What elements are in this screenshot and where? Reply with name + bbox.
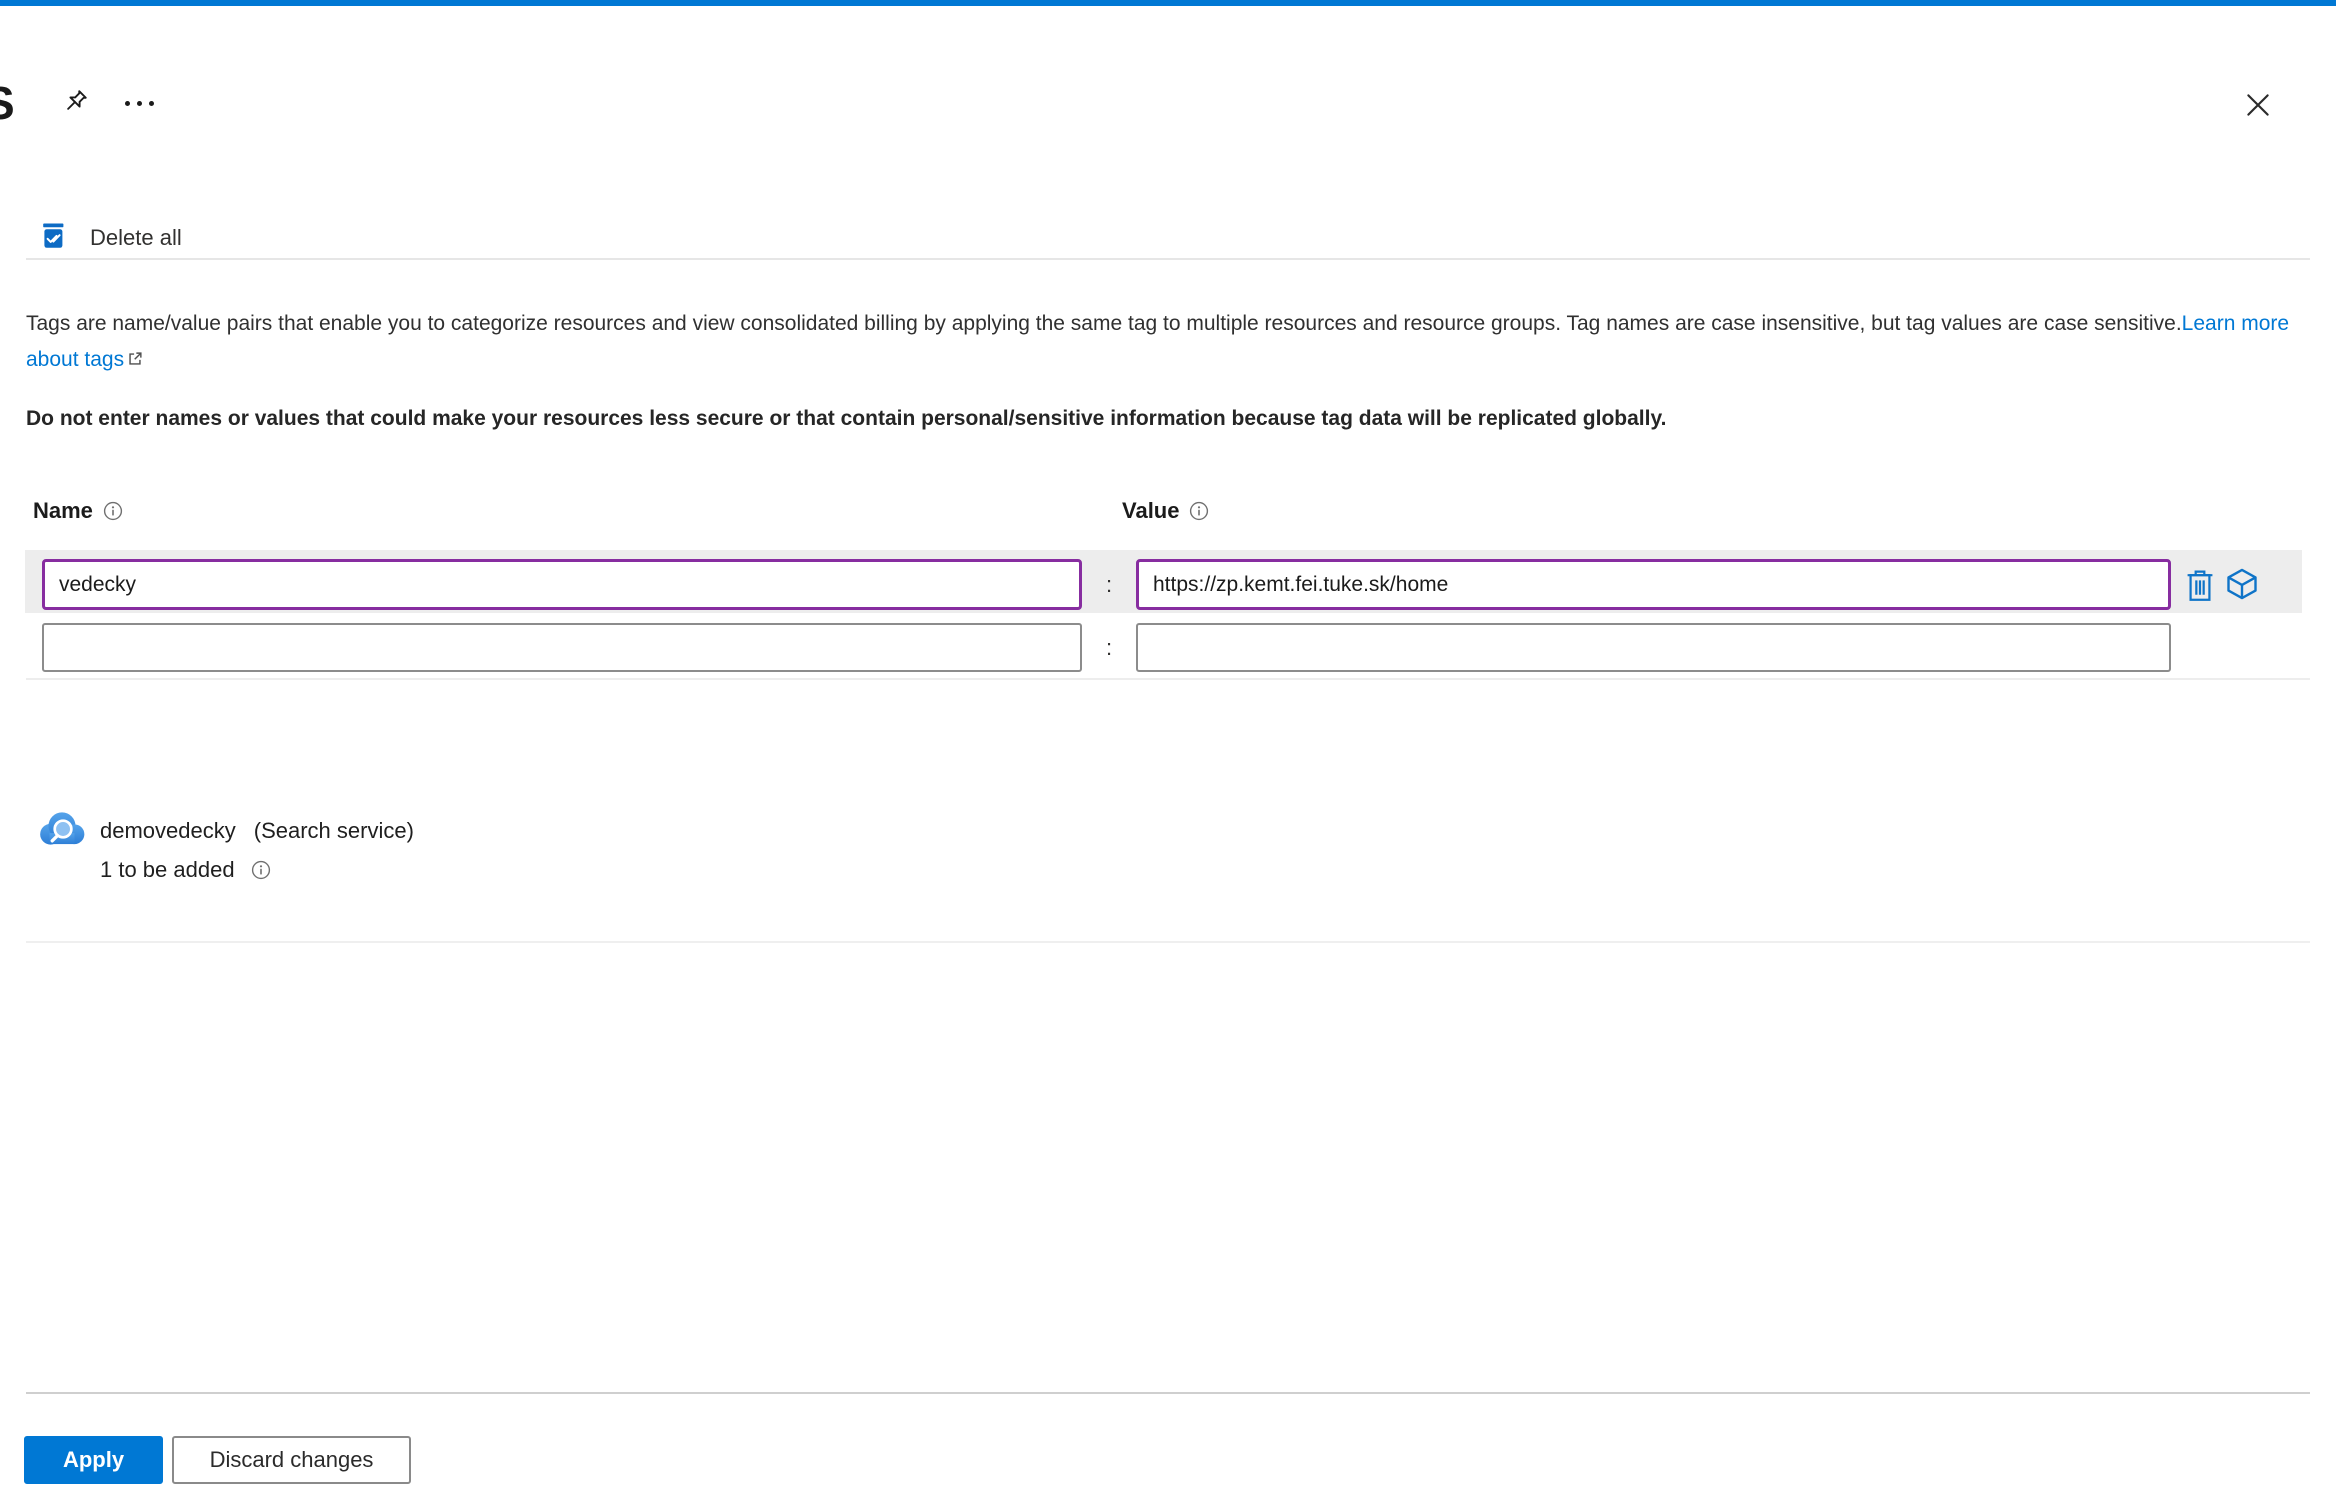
tag-value-input-row1[interactable] [1136,559,2171,610]
delete-all-label: Delete all [90,225,182,250]
discard-changes-button[interactable]: Discard changes [172,1436,411,1484]
value-info-icon[interactable] [1189,501,1209,521]
toolbar-divider [26,258,2310,260]
search-service-icon [36,808,88,855]
delete-tag-button[interactable] [2184,568,2216,605]
close-button[interactable] [2238,86,2278,126]
name-info-icon[interactable] [103,501,123,521]
name-value-separator-row2: : [1105,634,1113,660]
more-options-icon [124,100,154,106]
name-header-label: Name [33,498,93,523]
name-value-separator-row1: : [1105,571,1113,597]
delete-all-button[interactable]: Delete all [42,218,182,258]
tag-name-input-row2[interactable] [42,623,1082,672]
pin-icon [60,87,90,120]
resource-scope-button[interactable] [2224,566,2260,605]
tags-warning: Do not enter names or values that could … [26,407,1667,430]
footer-divider [26,1392,2310,1394]
delete-all-icon [42,223,65,253]
page-title-partial: S [0,76,14,134]
resource-name: demovedecky [100,818,236,843]
value-column-header: Value [1122,498,1209,524]
trash-icon [2184,568,2216,605]
rows-divider [26,678,2310,680]
name-column-header: Name [33,498,123,524]
tag-value-input-row2[interactable] [1136,623,2171,672]
pin-button[interactable] [56,84,94,122]
resource-row: demovedecky (Search service) [100,818,414,844]
external-link-icon [126,344,144,380]
value-header-label: Value [1122,498,1180,523]
resource-type: (Search service) [253,818,414,843]
resource-divider [26,941,2310,943]
close-icon [2243,90,2273,123]
tag-name-input-row1[interactable] [42,559,1082,610]
apply-button[interactable]: Apply [24,1436,163,1484]
more-options-button[interactable] [116,86,162,120]
status-info-icon[interactable] [251,860,271,880]
resource-status-row: 1 to be added [100,857,271,883]
tags-description-text: Tags are name/value pairs that enable yo… [26,312,2182,335]
top-accent-bar [0,0,2336,6]
tags-description: Tags are name/value pairs that enable yo… [26,306,2306,380]
cube-icon [2224,566,2260,605]
resource-status: 1 to be added [100,857,235,882]
